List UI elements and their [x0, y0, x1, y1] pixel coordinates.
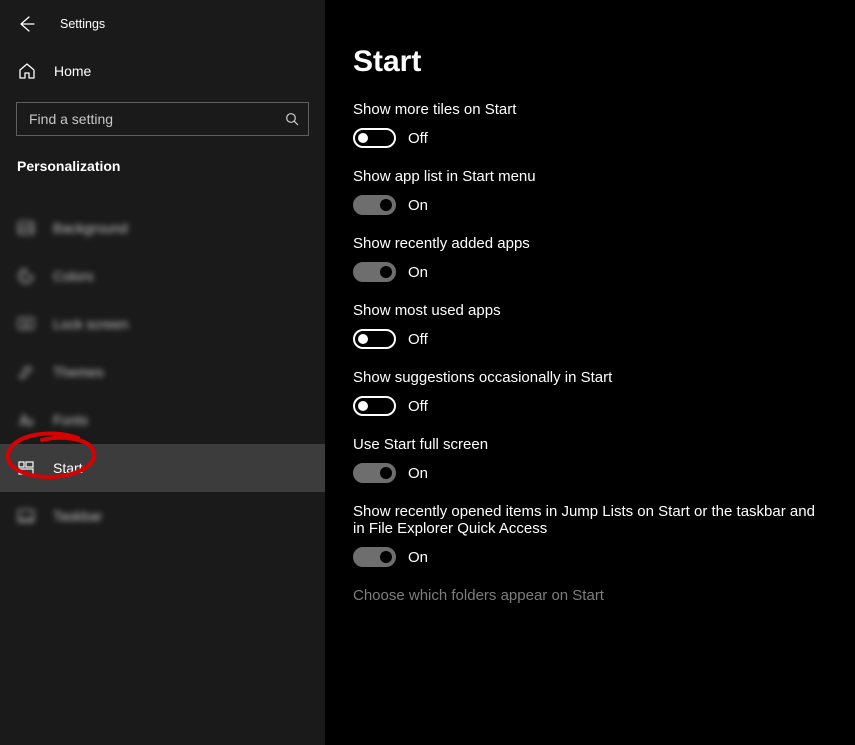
sidebar-item-taskbar[interactable]: Taskbar	[0, 492, 325, 540]
setting-item: Show recently opened items in Jump Lists…	[353, 503, 815, 567]
taskbar-icon	[17, 507, 35, 525]
toggle-row: On	[353, 195, 815, 215]
main-content: Start Show more tiles on Start Off Show ap…	[325, 0, 855, 745]
home-button[interactable]: Home	[18, 62, 325, 80]
category-title: Personalization	[17, 158, 325, 174]
toggle-state-label: On	[408, 264, 428, 281]
toggle-row: On	[353, 463, 815, 483]
search-icon	[285, 112, 300, 127]
setting-label: Show app list in Start menu	[353, 168, 815, 185]
toggle-switch[interactable]	[353, 128, 396, 148]
setting-item: Show suggestions occasionally in Start Of…	[353, 369, 815, 416]
setting-label: Show most used apps	[353, 302, 815, 319]
setting-label: Show recently added apps	[353, 235, 815, 252]
toggle-state-label: Off	[408, 130, 428, 147]
sidebar-item-lockscreen[interactable]: Lock screen	[0, 300, 325, 348]
sidebar-item-label: Colors	[53, 268, 93, 284]
toggle-knob	[358, 401, 368, 411]
lockscreen-icon	[17, 315, 35, 333]
back-arrow-icon	[17, 15, 35, 33]
toggle-knob	[358, 133, 368, 143]
toggle-switch[interactable]	[353, 329, 396, 349]
sidebar-item-label: Taskbar	[53, 508, 102, 524]
toggle-switch[interactable]	[353, 195, 396, 215]
toggle-knob	[380, 551, 392, 563]
sidebar: Settings Home Personalization	[0, 0, 325, 745]
sidebar-item-label: Start	[53, 460, 83, 476]
setting-label: Show more tiles on Start	[353, 101, 815, 118]
toggle-switch[interactable]	[353, 262, 396, 282]
setting-item: Use Start full screen On	[353, 436, 815, 483]
sidebar-item-label: Fonts	[53, 412, 88, 428]
setting-label: Show recently opened items in Jump Lists…	[353, 503, 815, 537]
window-title: Settings	[60, 17, 105, 31]
search-box[interactable]	[16, 102, 309, 136]
page-title: Start	[353, 45, 815, 79]
sidebar-item-label: Background	[53, 220, 128, 236]
setting-item: Show recently added apps On	[353, 235, 815, 282]
back-button[interactable]	[14, 12, 38, 36]
setting-item: Show more tiles on Start Off	[353, 101, 815, 148]
search-input[interactable]	[27, 110, 281, 128]
sidebar-item-label: Lock screen	[53, 316, 128, 332]
toggle-switch[interactable]	[353, 547, 396, 567]
toggle-state-label: Off	[408, 331, 428, 348]
setting-label: Use Start full screen	[353, 436, 815, 453]
setting-label: Show suggestions occasionally in Start	[353, 369, 815, 386]
toggle-knob	[380, 266, 392, 278]
toggle-row: Off	[353, 396, 815, 416]
home-label: Home	[54, 63, 91, 79]
sidebar-item-colors[interactable]: Colors	[0, 252, 325, 300]
background-icon	[17, 219, 35, 237]
titlebar: Settings	[0, 0, 325, 48]
toggle-state-label: On	[408, 549, 428, 566]
toggle-state-label: Off	[408, 398, 428, 415]
toggle-switch[interactable]	[353, 396, 396, 416]
sidebar-item-start[interactable]: Start	[0, 444, 325, 492]
toggle-row: Off	[353, 329, 815, 349]
choose-folders-link[interactable]: Choose which folders appear on Start	[353, 587, 815, 604]
themes-icon	[17, 363, 35, 381]
search-container	[16, 102, 309, 136]
sidebar-item-background[interactable]: Background	[0, 204, 325, 252]
sidebar-item-label: Themes	[53, 364, 104, 380]
toggle-state-label: On	[408, 465, 428, 482]
home-icon	[18, 62, 36, 80]
toggle-row: On	[353, 262, 815, 282]
setting-item: Show most used apps Off	[353, 302, 815, 349]
toggle-knob	[358, 334, 368, 344]
fonts-icon	[17, 411, 35, 429]
start-icon	[17, 459, 35, 477]
sidebar-item-fonts[interactable]: Fonts	[0, 396, 325, 444]
toggle-row: Off	[353, 128, 815, 148]
toggle-state-label: On	[408, 197, 428, 214]
colors-icon	[17, 267, 35, 285]
toggle-row: On	[353, 547, 815, 567]
toggle-knob	[380, 467, 392, 479]
setting-item: Show app list in Start menu On	[353, 168, 815, 215]
sidebar-item-themes[interactable]: Themes	[0, 348, 325, 396]
nav-list: Background Colors Lock screen Themes	[0, 204, 325, 540]
toggle-switch[interactable]	[353, 463, 396, 483]
toggle-knob	[380, 199, 392, 211]
